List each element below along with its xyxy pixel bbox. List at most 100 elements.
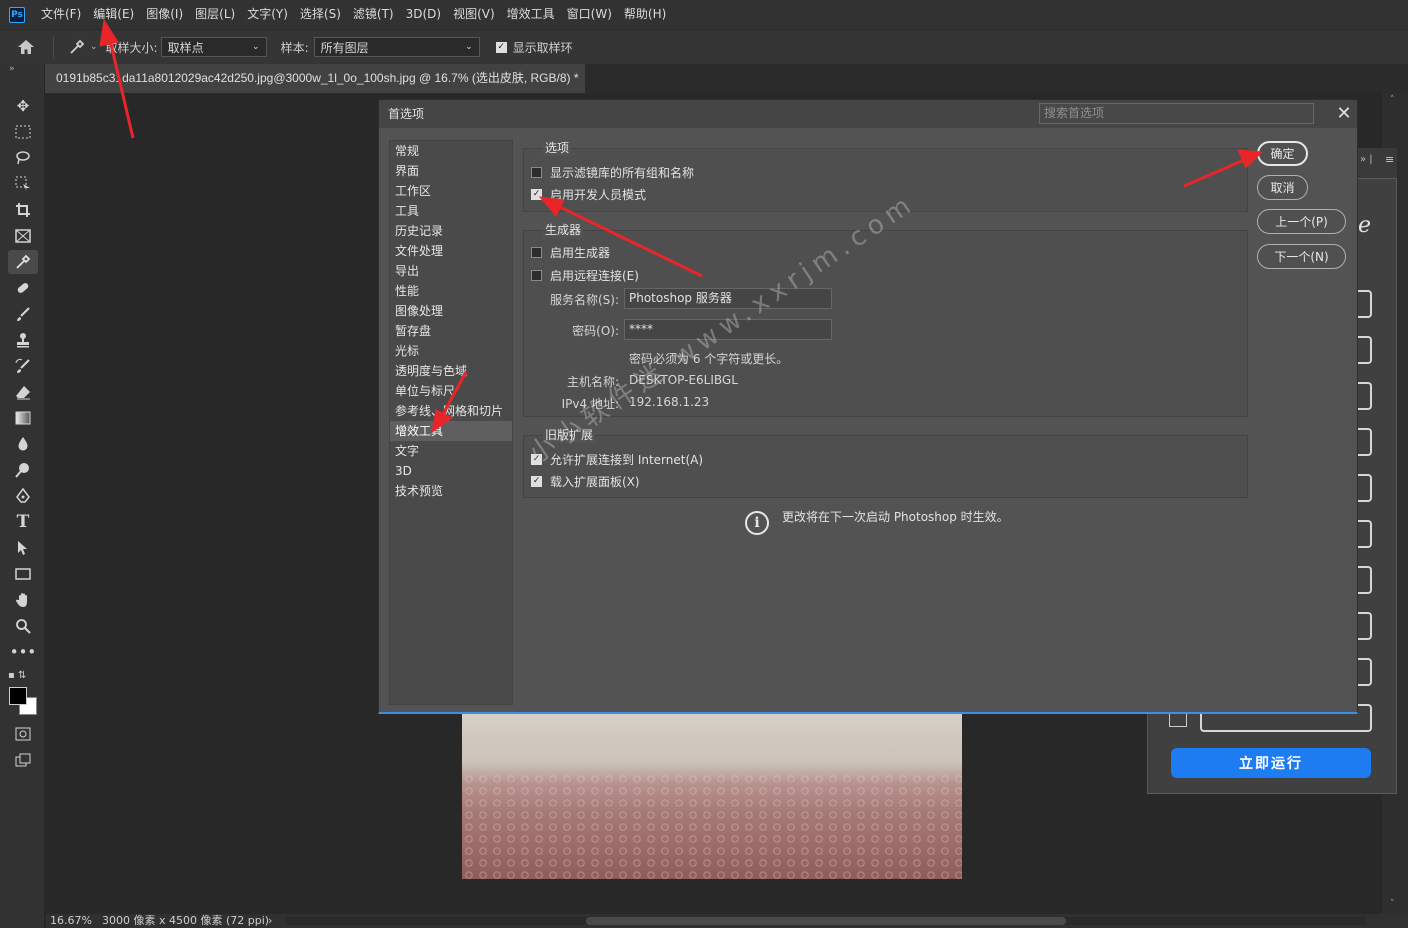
nav-item-performance[interactable]: 性能 — [390, 281, 512, 301]
move-tool-icon[interactable]: ✥ — [8, 94, 38, 118]
chevron-down-icon[interactable]: ˅ — [1390, 899, 1395, 909]
menu-3d[interactable]: 3D(D) — [400, 0, 447, 29]
chevron-up-icon[interactable]: ˄ — [1390, 95, 1395, 105]
history-brush-tool-icon[interactable] — [8, 354, 38, 378]
host-label: 主机名称: — [566, 375, 619, 389]
menu-view[interactable]: 视图(V) — [447, 0, 501, 29]
previous-button[interactable]: 上一个(P) — [1257, 209, 1346, 234]
zoom-tool-icon[interactable] — [8, 614, 38, 638]
nav-item-scratch-disks[interactable]: 暂存盘 — [390, 321, 512, 341]
show-filter-gallery-checkbox[interactable] — [531, 167, 542, 178]
blur-tool-icon[interactable] — [8, 432, 38, 456]
nav-item-units-rulers[interactable]: 单位与标尺 — [390, 381, 512, 401]
nav-item-tech-preview[interactable]: 技术预览 — [390, 481, 512, 501]
enable-generator-option[interactable]: 启用生成器 — [531, 244, 610, 261]
load-panels-checkbox[interactable]: ✓ — [531, 476, 542, 487]
document-tab[interactable]: 0191b85c31da11a8012029ac42d250.jpg@3000w… — [45, 64, 585, 114]
status-arrow-icon[interactable]: › — [268, 914, 272, 928]
eyedropper-tool-icon[interactable] — [8, 250, 38, 274]
path-select-tool-icon[interactable] — [8, 536, 38, 560]
object-select-tool-icon[interactable] — [8, 172, 38, 196]
menu-help[interactable]: 帮助(H) — [618, 0, 672, 29]
developer-mode-option[interactable]: ✓ 启用开发人员模式 — [531, 186, 646, 203]
menu-plugins[interactable]: 增效工具 — [501, 0, 561, 29]
enable-remote-checkbox[interactable] — [531, 270, 542, 281]
load-panels-option[interactable]: ✓ 载入扩展面板(X) — [531, 473, 640, 490]
run-now-button[interactable]: 立即运行 — [1171, 748, 1371, 778]
menu-window[interactable]: 窗口(W) — [561, 0, 618, 29]
nav-item-3d[interactable]: 3D — [390, 461, 512, 481]
crop-tool-icon[interactable] — [8, 198, 38, 222]
eraser-tool-icon[interactable] — [8, 380, 38, 404]
cancel-button[interactable]: 取消 — [1257, 175, 1308, 200]
ok-button[interactable]: 确定 — [1257, 141, 1308, 166]
lasso-tool-icon[interactable] — [8, 146, 38, 170]
tools-panel: » ✥ T ••• ▪ ⇅ — [0, 64, 45, 928]
panel-expand-icon[interactable]: » | — [1360, 154, 1373, 165]
healing-brush-tool-icon[interactable] — [8, 276, 38, 300]
allow-internet-checkbox[interactable]: ✓ — [531, 454, 542, 465]
chevron-down-icon[interactable]: ⌄ — [90, 42, 98, 52]
panel-menu-icon[interactable]: ≡ — [1385, 153, 1394, 166]
nav-item-tools[interactable]: 工具 — [390, 201, 512, 221]
enable-generator-checkbox[interactable] — [531, 247, 542, 258]
swap-colors-icon[interactable]: ▪ ⇅ — [8, 670, 38, 684]
scrollbar-thumb[interactable] — [586, 917, 1066, 925]
nav-item-transparency[interactable]: 透明度与色域 — [390, 361, 512, 381]
next-button[interactable]: 下一个(N) — [1257, 244, 1346, 269]
collapse-icon[interactable]: » — [9, 64, 15, 74]
service-name-input[interactable]: Photoshop 服务器 — [624, 288, 832, 309]
password-input[interactable]: **** — [624, 319, 832, 340]
menu-file[interactable]: 文件(F) — [35, 0, 87, 29]
close-icon[interactable]: ✕ — [1334, 102, 1354, 126]
allow-internet-option[interactable]: ✓ 允许扩展连接到 Internet(A) — [531, 451, 703, 468]
menu-layer[interactable]: 图层(L) — [189, 0, 241, 29]
nav-item-general[interactable]: 常规 — [390, 141, 512, 161]
document-image[interactable] — [462, 713, 962, 879]
frame-tool-icon[interactable] — [8, 224, 38, 248]
menu-filter[interactable]: 滤镜(T) — [347, 0, 400, 29]
screen-mode-icon[interactable] — [8, 748, 38, 772]
sample-size-select[interactable]: 取样点 ⌄ — [160, 37, 267, 57]
nav-item-image-processing[interactable]: 图像处理 — [390, 301, 512, 321]
nav-item-workspace[interactable]: 工作区 — [390, 181, 512, 201]
type-tool-icon[interactable]: T — [8, 510, 38, 534]
enable-remote-option[interactable]: 启用远程连接(E) — [531, 267, 639, 284]
horizontal-scrollbar[interactable] — [286, 917, 1366, 925]
nav-item-file-handling[interactable]: 文件处理 — [390, 241, 512, 261]
nav-item-type[interactable]: 文字 — [390, 441, 512, 461]
developer-mode-checkbox[interactable]: ✓ — [531, 189, 542, 200]
nav-item-cursors[interactable]: 光标 — [390, 341, 512, 361]
preferences-search-input[interactable]: 搜索首选项 — [1039, 103, 1314, 124]
enable-remote-label: 启用远程连接(E) — [550, 269, 639, 283]
eyedropper-icon[interactable] — [68, 38, 86, 56]
stamp-tool-icon[interactable] — [8, 328, 38, 352]
quick-mask-icon[interactable] — [8, 722, 38, 746]
nav-item-interface[interactable]: 界面 — [390, 161, 512, 181]
chevron-down-icon: ⌄ — [465, 42, 473, 52]
home-icon[interactable] — [17, 39, 47, 55]
gradient-tool-icon[interactable] — [8, 406, 38, 430]
show-ring-checkbox[interactable]: ✓ — [495, 41, 507, 53]
show-filter-gallery-option[interactable]: 显示滤镜库的所有组和名称 — [531, 164, 694, 181]
menu-edit[interactable]: 编辑(E) — [87, 0, 140, 29]
zoom-level[interactable]: 16.67% — [50, 914, 92, 928]
brush-tool-icon[interactable] — [8, 302, 38, 326]
hand-tool-icon[interactable] — [8, 588, 38, 612]
sample-value: 所有图层 — [320, 40, 369, 55]
nav-item-history[interactable]: 历史记录 — [390, 221, 512, 241]
pen-tool-icon[interactable] — [8, 484, 38, 508]
dodge-tool-icon[interactable] — [8, 458, 38, 482]
nav-item-plugins[interactable]: 增效工具 — [390, 421, 512, 441]
menu-type[interactable]: 文字(Y) — [241, 0, 294, 29]
marquee-tool-icon[interactable] — [8, 120, 38, 144]
nav-item-export[interactable]: 导出 — [390, 261, 512, 281]
menu-select[interactable]: 选择(S) — [294, 0, 347, 29]
nav-item-guides-grid[interactable]: 参考线、网格和切片 — [390, 401, 512, 421]
more-tools-icon[interactable]: ••• — [8, 640, 38, 664]
sample-select[interactable]: 所有图层 ⌄ — [313, 37, 480, 57]
rectangle-tool-icon[interactable] — [8, 562, 38, 586]
sample-size-label: 取样大小: — [105, 40, 158, 55]
menu-image[interactable]: 图像(I) — [140, 0, 189, 29]
foreground-color-swatch[interactable] — [9, 687, 27, 705]
